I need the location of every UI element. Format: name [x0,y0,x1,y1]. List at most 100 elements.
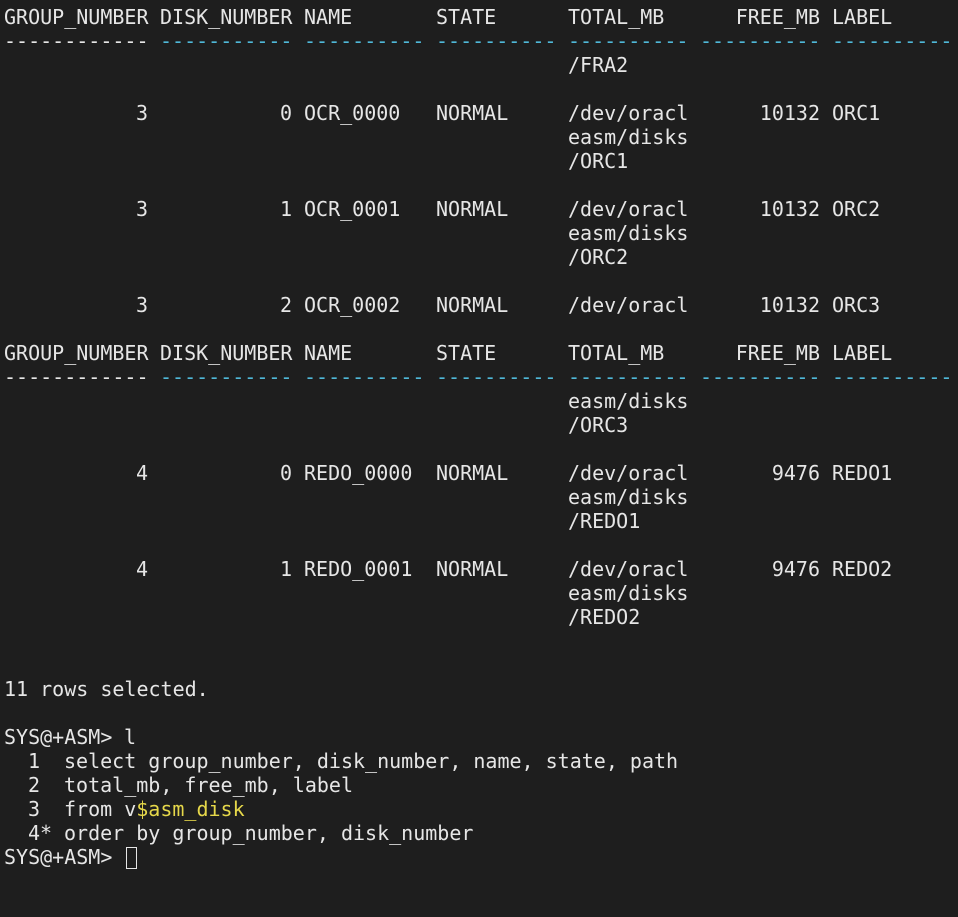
cell-path: easm/disks [568,581,689,605]
header-label: LABEL [832,5,893,29]
sql-text-highlight: $asm_disk [136,797,245,821]
path-fragment: easm/disks [568,389,689,413]
prompt: SYS@+ASM> [4,845,138,869]
header-name: NAME [304,5,353,29]
table-row: 4 0 REDO_0000 NORMAL /dev/oracl 9476 RED… [4,461,958,485]
separator: ---------- [700,365,821,389]
header-state: STATE [436,341,497,365]
separator: ----------- [160,29,293,53]
sql-line-text: total_mb, free_mb, label [64,773,353,797]
cell-path: easm/disks [568,125,689,149]
cell-name: OCR_0000 [304,101,401,125]
cell-free-mb: 9476 [771,557,820,581]
table-row: 3 2 OCR_0002 NORMAL /dev/oracl 10132 ORC… [4,293,958,317]
cell-label: REDO2 [832,557,893,581]
separator: ---------- [304,365,425,389]
cell-path: /ORC2 [568,245,629,269]
cell-disk-number: 1 [279,557,292,581]
sql-line-number: 4* [28,821,53,845]
table-row: 3 1 OCR_0001 NORMAL /dev/oracl 10132 ORC… [4,197,958,221]
cell-name: OCR_0002 [304,293,401,317]
cell-path: /REDO2 [568,605,641,629]
cell-disk-number: 0 [279,101,292,125]
prompt-line: SYS@+ASM> l [4,725,958,749]
header-label: LABEL [832,341,893,365]
header-disk-number: DISK_NUMBER [160,341,293,365]
header-total-mb: TOTAL_MB [568,5,665,29]
sql-line: 4* order by group_number, disk_number [4,821,958,845]
cell-free-mb: 10132 [759,293,820,317]
table-row-fragment: /FRA2 [4,53,958,77]
sql-text-plain: from v [64,797,137,821]
separator: ---------- [568,365,689,389]
cell-state: NORMAL [436,101,509,125]
command-text: l [124,725,137,749]
header-group-number: GROUP_NUMBER [4,341,149,365]
sql-line-number: 2 [27,773,40,797]
table-row: 3 0 OCR_0000 NORMAL /dev/oracl 10132 ORC… [4,101,958,125]
cell-label: ORC1 [832,101,881,125]
cell-disk-number: 1 [279,197,292,221]
separator: ---------- [568,29,689,53]
separator-row: ------------ ----------- ---------- ----… [4,29,958,53]
cell-path: /dev/oracl [568,101,689,125]
separator: ---------- [304,29,425,53]
cell-path: /dev/oracl [568,197,689,221]
cell-name: REDO_0001 [304,557,413,581]
cell-free-mb: 9476 [771,461,820,485]
cell-state: NORMAL [436,293,509,317]
cell-free-mb: 10132 [759,197,820,221]
cell-path: /dev/oracl [568,557,689,581]
cell-label: ORC3 [832,293,881,317]
column-header-row: GROUP_NUMBER DISK_NUMBER NAME STATE TOTA… [4,5,958,29]
rows-selected-text: 11 rows selected. [4,677,958,701]
prompt-text: SYS@+ASM> [4,845,113,869]
path-fragment: /ORC3 [568,413,629,437]
cell-path: /dev/oracl [568,461,689,485]
sql-line-text: order by group_number, disk_number [64,821,474,845]
separator: ------------ [4,365,149,389]
separator: ------------ [4,29,149,53]
cell-group-number: 3 [135,197,148,221]
sql-line-text: select group_number, disk_number, name, … [64,749,679,773]
header-group-number: GROUP_NUMBER [4,5,149,29]
cell-path: /dev/oracl [568,293,689,317]
cell-disk-number: 0 [279,461,292,485]
sql-line: 3 from v$asm_disk [4,797,958,821]
rows-selected-label: 11 rows selected. [4,677,209,701]
cell-path: easm/disks [568,485,689,509]
cell-name: OCR_0001 [304,197,401,221]
column-header-row: GROUP_NUMBER DISK_NUMBER NAME STATE TOTA… [4,341,958,365]
header-state: STATE [436,5,497,29]
sql-line-number: 3 [27,797,40,821]
cell-disk-number: 2 [279,293,292,317]
table-row: 4 1 REDO_0001 NORMAL /dev/oracl 9476 RED… [4,557,958,581]
cell-state: NORMAL [436,197,509,221]
separator: ---------- [832,29,953,53]
separator: ---------- [436,365,557,389]
cell-state: NORMAL [436,461,509,485]
separator-row: ------------ ----------- ---------- ----… [4,365,958,389]
sql-line-text: from v$asm_disk [64,797,245,821]
cell-label: ORC2 [832,197,881,221]
sql-line-number: 1 [27,749,40,773]
header-free-mb: FREE_MB [735,341,820,365]
separator: ---------- [700,29,821,53]
cell-name: REDO_0000 [304,461,413,485]
separator: ---------- [436,29,557,53]
cell-group-number: 4 [135,557,148,581]
header-total-mb: TOTAL_MB [568,341,665,365]
cell-state: NORMAL [436,557,509,581]
separator: ---------- [832,365,953,389]
cell-group-number: 3 [135,293,148,317]
cell-label: REDO1 [832,461,893,485]
cell-group-number: 3 [135,101,148,125]
terminal-output: GROUP_NUMBER DISK_NUMBER NAME STATE TOTA… [4,5,958,869]
prompt: SYS@+ASM> [4,725,113,749]
sql-line: 2 total_mb, free_mb, label [4,773,958,797]
header-name: NAME [304,341,353,365]
separator: ----------- [160,365,293,389]
cell-group-number: 4 [135,461,148,485]
text-cursor[interactable] [126,847,138,869]
active-prompt-line[interactable]: SYS@+ASM> [4,845,958,869]
